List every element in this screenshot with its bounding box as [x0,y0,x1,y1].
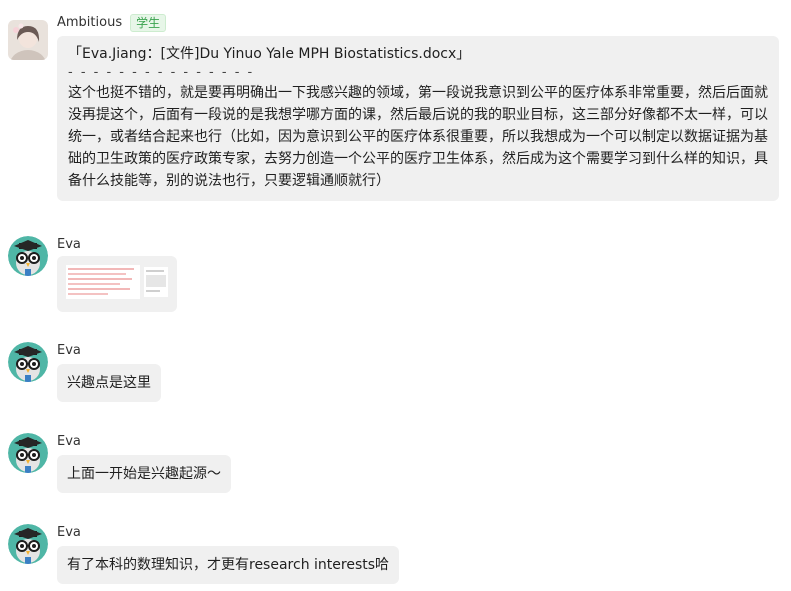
sender-name: Ambitious [57,15,123,30]
student-tag: 学生 [130,14,167,32]
student-avatar[interactable] [8,20,48,60]
graduate-owl-avatar[interactable] [8,342,48,382]
quote-divider: - - - - - - - - - - - - - - - [68,65,255,80]
sender-name: Eva [57,343,81,358]
sender-name: Eva [57,525,81,540]
message-bubble[interactable]: 有了本科的数理知识，才更有research interests哈 [57,546,400,584]
message-bubble[interactable]: 「Eva.Jiang：[文件]Du Yinuo Yale MPH Biostat… [57,36,779,201]
message-bubble[interactable]: 兴趣点是这里 [57,364,161,402]
sender-name: Eva [57,237,81,252]
image-message[interactable] [57,256,177,312]
graduate-owl-avatar[interactable] [8,524,48,564]
graduate-owl-avatar[interactable] [8,236,48,276]
document-screenshot-thumbnail[interactable] [66,265,170,299]
message-text: 这个也挺不错的，就是要再明确出一下我感兴趣的领域，第一段说我意识到公平的医疗体系… [68,85,768,189]
quoted-file-title[interactable]: 「Eva.Jiang：[文件]Du Yinuo Yale MPH Biostat… [68,43,768,65]
message-bubble[interactable]: 上面一开始是兴趣起源～ [57,455,231,493]
graduate-owl-avatar[interactable] [8,433,48,473]
sender-name: Eva [57,434,81,449]
